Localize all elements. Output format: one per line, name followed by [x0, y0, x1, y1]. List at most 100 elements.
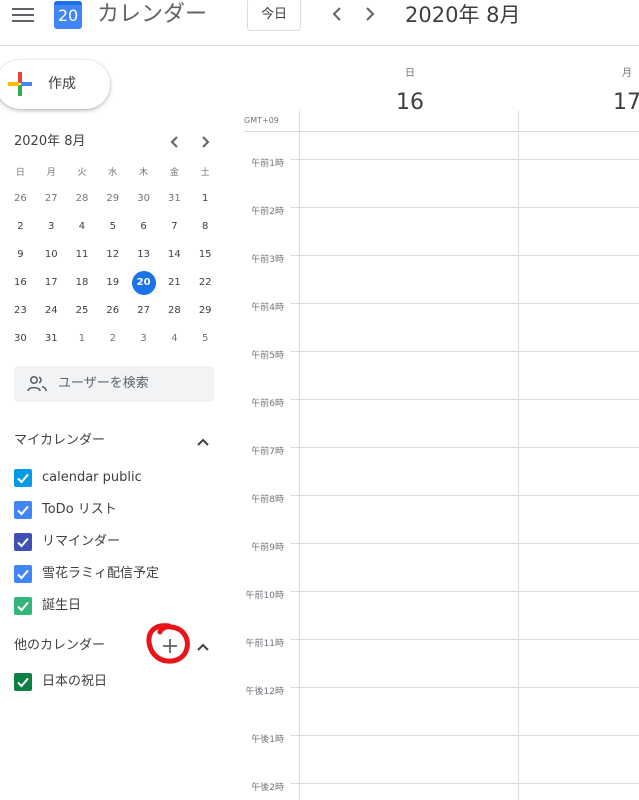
mini-calendar-day[interactable]: 1 — [190, 186, 221, 214]
day-number: 26 — [14, 193, 27, 204]
mini-calendar-day[interactable]: 30 — [5, 326, 36, 354]
day-of-week-label: 日 — [405, 68, 415, 79]
day-column-divider — [518, 111, 519, 800]
mini-calendar-day[interactable]: 21 — [159, 270, 190, 298]
mini-calendar-week: 9 10 11 12 13 14 15 — [5, 242, 221, 270]
calendar-list-item[interactable]: 誕生日 — [14, 594, 214, 618]
chevron-up-icon[interactable] — [196, 435, 210, 449]
day-number: 14 — [168, 249, 181, 260]
day-number: 30 — [137, 193, 150, 204]
calendar-list-item[interactable]: 雪花ラミィ配信予定 — [14, 562, 214, 586]
day-column-divider — [299, 111, 300, 800]
mini-calendar-day[interactable]: 27 — [36, 186, 67, 214]
mini-calendar-day[interactable]: 22 — [190, 270, 221, 298]
mini-calendar-day[interactable]: 28 — [159, 298, 190, 326]
mini-calendar-day[interactable]: 8 — [190, 214, 221, 242]
mini-calendar-day[interactable]: 18 — [67, 270, 98, 298]
mini-calendar-day[interactable]: 11 — [67, 242, 98, 270]
hour-label: 午前11時 — [245, 639, 284, 649]
mini-calendar-day[interactable]: 30 — [128, 186, 159, 214]
mini-calendar-day[interactable]: 23 — [5, 298, 36, 326]
mini-calendar-day[interactable]: 31 — [36, 326, 67, 354]
mini-calendar-day[interactable]: 19 — [97, 270, 128, 298]
day-number: 9 — [17, 249, 24, 260]
previous-week-button[interactable] — [326, 2, 350, 26]
mini-calendar-day[interactable]: 28 — [67, 186, 98, 214]
day-number: 2 — [109, 333, 116, 344]
next-week-button[interactable] — [357, 2, 381, 26]
mini-calendar-day[interactable]: 3 — [128, 326, 159, 354]
hour-gridline — [290, 207, 639, 208]
day-number: 29 — [106, 193, 120, 204]
check-icon — [17, 569, 29, 580]
chevron-up-icon[interactable] — [196, 640, 210, 654]
day-number: 1 — [201, 193, 209, 204]
mini-calendar-next-button[interactable] — [197, 132, 213, 152]
hour-label: 午前9時 — [251, 543, 284, 553]
day-number-label[interactable]: 17 — [607, 90, 639, 116]
mini-calendar-title: 2020年 8月 — [14, 134, 86, 149]
calendar-name: リマインダー — [42, 534, 121, 549]
mini-calendar-day[interactable]: 16 — [5, 270, 36, 298]
mini-calendar-day[interactable]: 3 — [36, 214, 67, 242]
create-button[interactable]: 作成 — [0, 60, 110, 109]
mini-calendar-day[interactable]: 25 — [67, 298, 98, 326]
mini-calendar-day[interactable]: 2 — [5, 214, 36, 242]
hour-label: 午前4時 — [251, 303, 284, 313]
calendar-checkbox[interactable] — [14, 597, 32, 615]
calendar-list-item[interactable]: ToDo リスト — [14, 498, 214, 522]
hour-gridline — [290, 543, 639, 544]
my-calendars-title[interactable]: マイカレンダー — [14, 431, 105, 451]
calendar-list-item[interactable]: 日本の祝日 — [14, 670, 214, 694]
mini-calendar-prev-button[interactable] — [167, 132, 183, 152]
day-number: 4 — [78, 221, 86, 232]
calendar-name: 誕生日 — [42, 598, 82, 613]
mini-calendar-day[interactable]: 2 — [97, 326, 128, 354]
calendar-checkbox[interactable] — [14, 565, 32, 583]
mini-calendar-day[interactable]: 4 — [67, 214, 98, 242]
chevron-right-icon — [202, 136, 210, 148]
hour-gridline — [290, 783, 639, 784]
calendar-checkbox[interactable] — [14, 673, 32, 691]
mini-calendar-day[interactable]: 7 — [159, 214, 190, 242]
mini-calendar-day[interactable]: 5 — [190, 326, 221, 354]
mini-calendar-day[interactable]: 29 — [97, 186, 128, 214]
hour-gridline — [290, 735, 639, 736]
mini-calendar-today[interactable]: 20 — [128, 270, 159, 298]
mini-calendar-day[interactable]: 31 — [159, 186, 190, 214]
hour-label: 午前5時 — [251, 351, 284, 361]
day-number-label[interactable]: 16 — [390, 90, 430, 116]
main-menu-icon[interactable] — [12, 8, 34, 22]
day-number: 1 — [78, 333, 86, 344]
calendar-list-item[interactable]: calendar public — [14, 466, 214, 490]
calendar-name: 雪花ラミィ配信予定 — [42, 566, 160, 581]
mini-calendar-day[interactable]: 14 — [159, 242, 190, 270]
mini-calendar-day[interactable]: 26 — [97, 298, 128, 326]
mini-calendar-week: 23 24 25 26 27 28 29 — [5, 298, 221, 326]
mini-calendar-day[interactable]: 9 — [5, 242, 36, 270]
mini-calendar-day[interactable]: 12 — [97, 242, 128, 270]
mini-calendar-day[interactable]: 5 — [97, 214, 128, 242]
calendar-checkbox[interactable] — [14, 533, 32, 551]
calendar-list-item[interactable]: リマインダー — [14, 530, 214, 554]
today-button[interactable]: 今日 — [247, 0, 301, 31]
day-number: 31 — [44, 333, 58, 344]
mini-calendar-day[interactable]: 17 — [36, 270, 67, 298]
mini-calendar-day[interactable]: 15 — [190, 242, 221, 270]
other-calendars-title[interactable]: 他のカレンダー — [14, 636, 105, 656]
mini-calendar-day[interactable]: 6 — [128, 214, 159, 242]
mini-calendar-day[interactable]: 10 — [36, 242, 67, 270]
hour-gridline — [290, 495, 639, 496]
search-people-input[interactable]: ユーザーを検索 — [14, 366, 214, 402]
day-number: 28 — [75, 193, 89, 204]
hour-label: 午後12時 — [245, 687, 284, 697]
calendar-checkbox[interactable] — [14, 469, 32, 487]
mini-calendar-day[interactable]: 26 — [5, 186, 36, 214]
mini-calendar-day[interactable]: 1 — [67, 326, 98, 354]
mini-calendar-day[interactable]: 27 — [128, 298, 159, 326]
mini-calendar-day[interactable]: 24 — [36, 298, 67, 326]
mini-calendar-day[interactable]: 13 — [128, 242, 159, 270]
calendar-checkbox[interactable] — [14, 501, 32, 519]
mini-calendar-day[interactable]: 29 — [190, 298, 221, 326]
mini-calendar-day[interactable]: 4 — [159, 326, 190, 354]
